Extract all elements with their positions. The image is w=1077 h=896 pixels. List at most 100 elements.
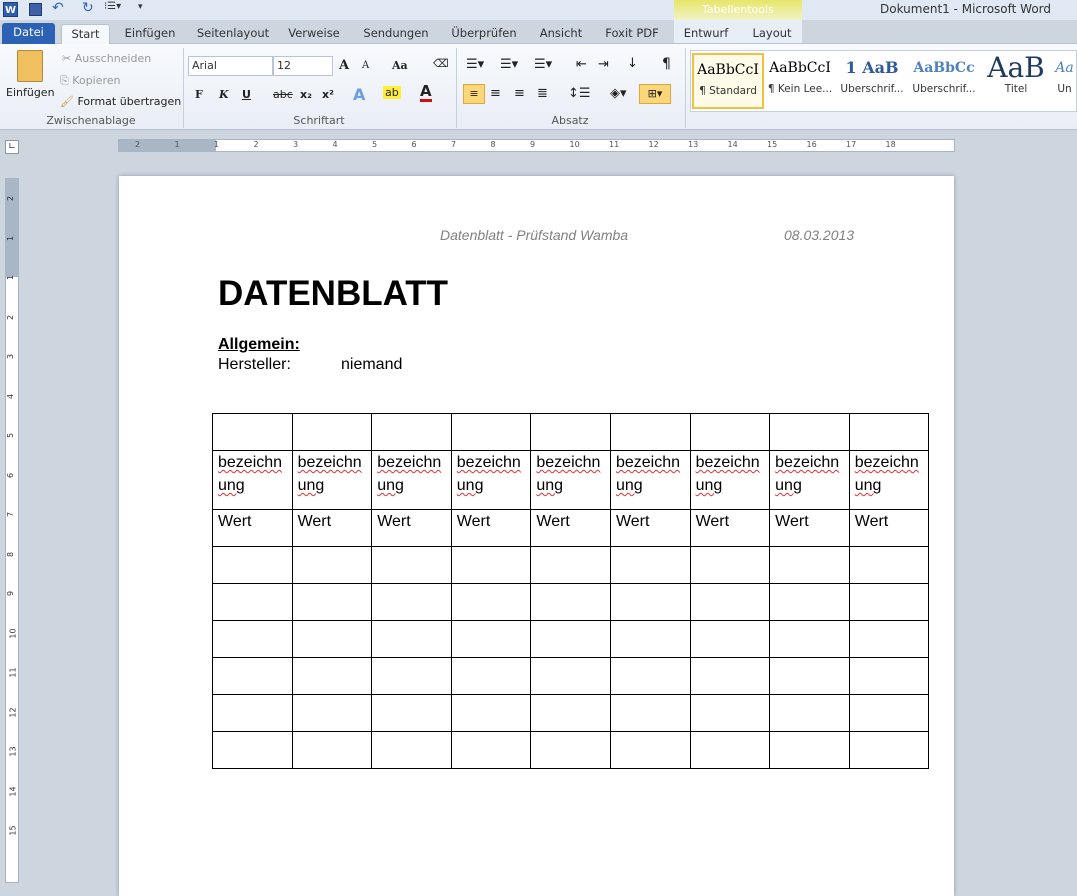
customize-icon[interactable]: ▾ bbox=[138, 2, 143, 12]
multilevel-list-icon[interactable]: ☰▾ bbox=[534, 57, 552, 72]
align-center-icon[interactable]: ≡ bbox=[490, 86, 501, 101]
tab-layout[interactable]: Layout bbox=[748, 24, 796, 45]
table-cell[interactable] bbox=[848, 583, 930, 621]
table-cell[interactable]: Wert bbox=[212, 509, 293, 547]
tab-start[interactable]: Start bbox=[61, 24, 110, 45]
undo-icon[interactable]: ↶ bbox=[52, 0, 64, 16]
table-cell[interactable] bbox=[450, 694, 532, 732]
text-effects-icon[interactable]: A bbox=[353, 85, 365, 104]
table-cell[interactable] bbox=[450, 583, 532, 621]
decrease-indent-icon[interactable]: ⇤ bbox=[576, 57, 587, 72]
table-cell[interactable]: bezeichnung bbox=[530, 450, 611, 510]
table-cell[interactable] bbox=[371, 413, 452, 451]
table-cell[interactable]: bezeichnung bbox=[609, 450, 691, 510]
table-cell[interactable] bbox=[530, 694, 611, 732]
table-cell[interactable] bbox=[689, 546, 771, 584]
table-cell[interactable] bbox=[450, 657, 532, 695]
table-cell[interactable] bbox=[848, 694, 930, 732]
table-cell[interactable]: Wert bbox=[689, 509, 771, 547]
table-cell[interactable]: bezeichnung bbox=[212, 450, 293, 510]
document-page[interactable]: Datenblatt - Prüfstand Wamba 08.03.2013 … bbox=[119, 176, 954, 896]
table-cell[interactable] bbox=[609, 413, 691, 451]
table-cell[interactable] bbox=[450, 731, 532, 769]
superscript-button[interactable]: x² bbox=[322, 88, 334, 101]
table-cell[interactable] bbox=[769, 620, 850, 658]
table-cell[interactable] bbox=[371, 694, 452, 732]
shading-icon[interactable]: ◈▾ bbox=[610, 86, 627, 101]
table-cell[interactable] bbox=[769, 657, 850, 695]
table-cell[interactable]: bezeichnung bbox=[371, 450, 452, 510]
word-logo-icon[interactable]: W bbox=[3, 2, 18, 17]
table-cell[interactable] bbox=[609, 731, 691, 769]
tab-ueberpruefen[interactable]: Überprüfen bbox=[446, 24, 522, 45]
numbering-list-icon[interactable]: ☰▾ bbox=[500, 57, 518, 72]
table-cell[interactable]: Wert bbox=[371, 509, 452, 547]
save-icon[interactable] bbox=[29, 3, 42, 16]
table-cell[interactable]: bezeichnung bbox=[291, 450, 373, 510]
highlight-icon[interactable]: ab bbox=[383, 86, 401, 99]
table-cell[interactable] bbox=[212, 413, 293, 451]
table-cell[interactable]: Wert bbox=[769, 509, 850, 547]
table-cell[interactable] bbox=[689, 694, 771, 732]
table-cell[interactable] bbox=[291, 657, 373, 695]
tab-einfuegen[interactable]: Einfügen bbox=[115, 24, 185, 45]
table-cell[interactable] bbox=[609, 694, 691, 732]
paste-button[interactable]: Einfügen bbox=[6, 86, 55, 99]
table-cell[interactable]: bezeichnung bbox=[689, 450, 771, 510]
align-right-icon[interactable]: ≡ bbox=[514, 86, 525, 101]
table-cell[interactable] bbox=[689, 731, 771, 769]
table-cell[interactable] bbox=[530, 620, 611, 658]
style-standard[interactable]: AaBbCcI ¶ Standard bbox=[692, 53, 764, 109]
table-cell[interactable] bbox=[371, 657, 452, 695]
table-cell[interactable] bbox=[689, 657, 771, 695]
table-cell[interactable]: bezeichnung bbox=[769, 450, 850, 510]
table-cell[interactable] bbox=[769, 546, 850, 584]
bullets-icon[interactable]: ☰▾ bbox=[466, 57, 484, 72]
table-cell[interactable] bbox=[371, 583, 452, 621]
align-left-icon[interactable]: ≡ bbox=[463, 84, 485, 104]
tab-datei[interactable]: Datei bbox=[2, 23, 55, 45]
subscript-button[interactable]: x₂ bbox=[300, 88, 312, 101]
table-cell[interactable] bbox=[689, 413, 771, 451]
tab-selector-icon[interactable]: ∟ bbox=[5, 140, 19, 154]
vertical-ruler[interactable]: 2 1 1 2 3 4 5 6 7 8 9 10 11 12 13 14 15 bbox=[5, 178, 19, 883]
borders-icon[interactable]: ⊞▾ bbox=[639, 84, 671, 104]
numbering-icon[interactable]: ⁝☰▾ bbox=[104, 1, 121, 12]
table-cell[interactable] bbox=[212, 694, 293, 732]
table-cell[interactable] bbox=[530, 731, 611, 769]
sort-icon[interactable]: ↓ bbox=[627, 56, 638, 71]
cut-button[interactable]: ✂ Ausschneiden bbox=[62, 52, 151, 65]
format-painter-button[interactable]: 🖌 Format übertragen bbox=[60, 95, 181, 108]
justify-icon[interactable]: ≣ bbox=[537, 86, 548, 101]
table-cell[interactable] bbox=[450, 413, 532, 451]
tab-ansicht[interactable]: Ansicht bbox=[535, 24, 587, 45]
table-cell[interactable] bbox=[212, 546, 293, 584]
table-cell[interactable]: Wert bbox=[291, 509, 373, 547]
tab-sendungen[interactable]: Sendungen bbox=[358, 24, 434, 45]
copy-button[interactable]: ⎘ Kopieren bbox=[60, 74, 121, 88]
font-color-button[interactable]: A bbox=[420, 84, 432, 102]
bold-button[interactable]: F bbox=[195, 88, 203, 101]
strikethrough-button[interactable]: abc bbox=[273, 88, 293, 101]
increase-indent-icon[interactable]: ⇥ bbox=[598, 57, 609, 72]
table-cell[interactable]: Wert bbox=[848, 509, 930, 547]
table-cell[interactable]: bezeichnung bbox=[450, 450, 532, 510]
table-cell[interactable] bbox=[689, 620, 771, 658]
style-ueberschrift-2[interactable]: AaBbCc Überschrif... bbox=[908, 53, 980, 109]
redo-icon[interactable]: ↻ bbox=[82, 0, 94, 16]
table-cell[interactable] bbox=[291, 583, 373, 621]
table-cell[interactable] bbox=[530, 413, 611, 451]
table-cell[interactable] bbox=[371, 546, 452, 584]
style-titel[interactable]: AaB Titel bbox=[980, 53, 1052, 109]
table-cell[interactable]: Wert bbox=[450, 509, 532, 547]
style-untertitel[interactable]: Aa Un bbox=[1052, 53, 1077, 109]
underline-button[interactable]: U bbox=[242, 88, 251, 101]
table-cell[interactable] bbox=[769, 731, 850, 769]
style-kein-leerraum[interactable]: AaBbCcI ¶ Kein Lee... bbox=[764, 53, 836, 109]
table-cell[interactable] bbox=[769, 694, 850, 732]
table-cell[interactable] bbox=[530, 583, 611, 621]
table-cell[interactable] bbox=[530, 546, 611, 584]
table-cell[interactable] bbox=[609, 657, 691, 695]
tab-verweise[interactable]: Verweise bbox=[284, 24, 344, 45]
table-cell[interactable] bbox=[212, 583, 293, 621]
